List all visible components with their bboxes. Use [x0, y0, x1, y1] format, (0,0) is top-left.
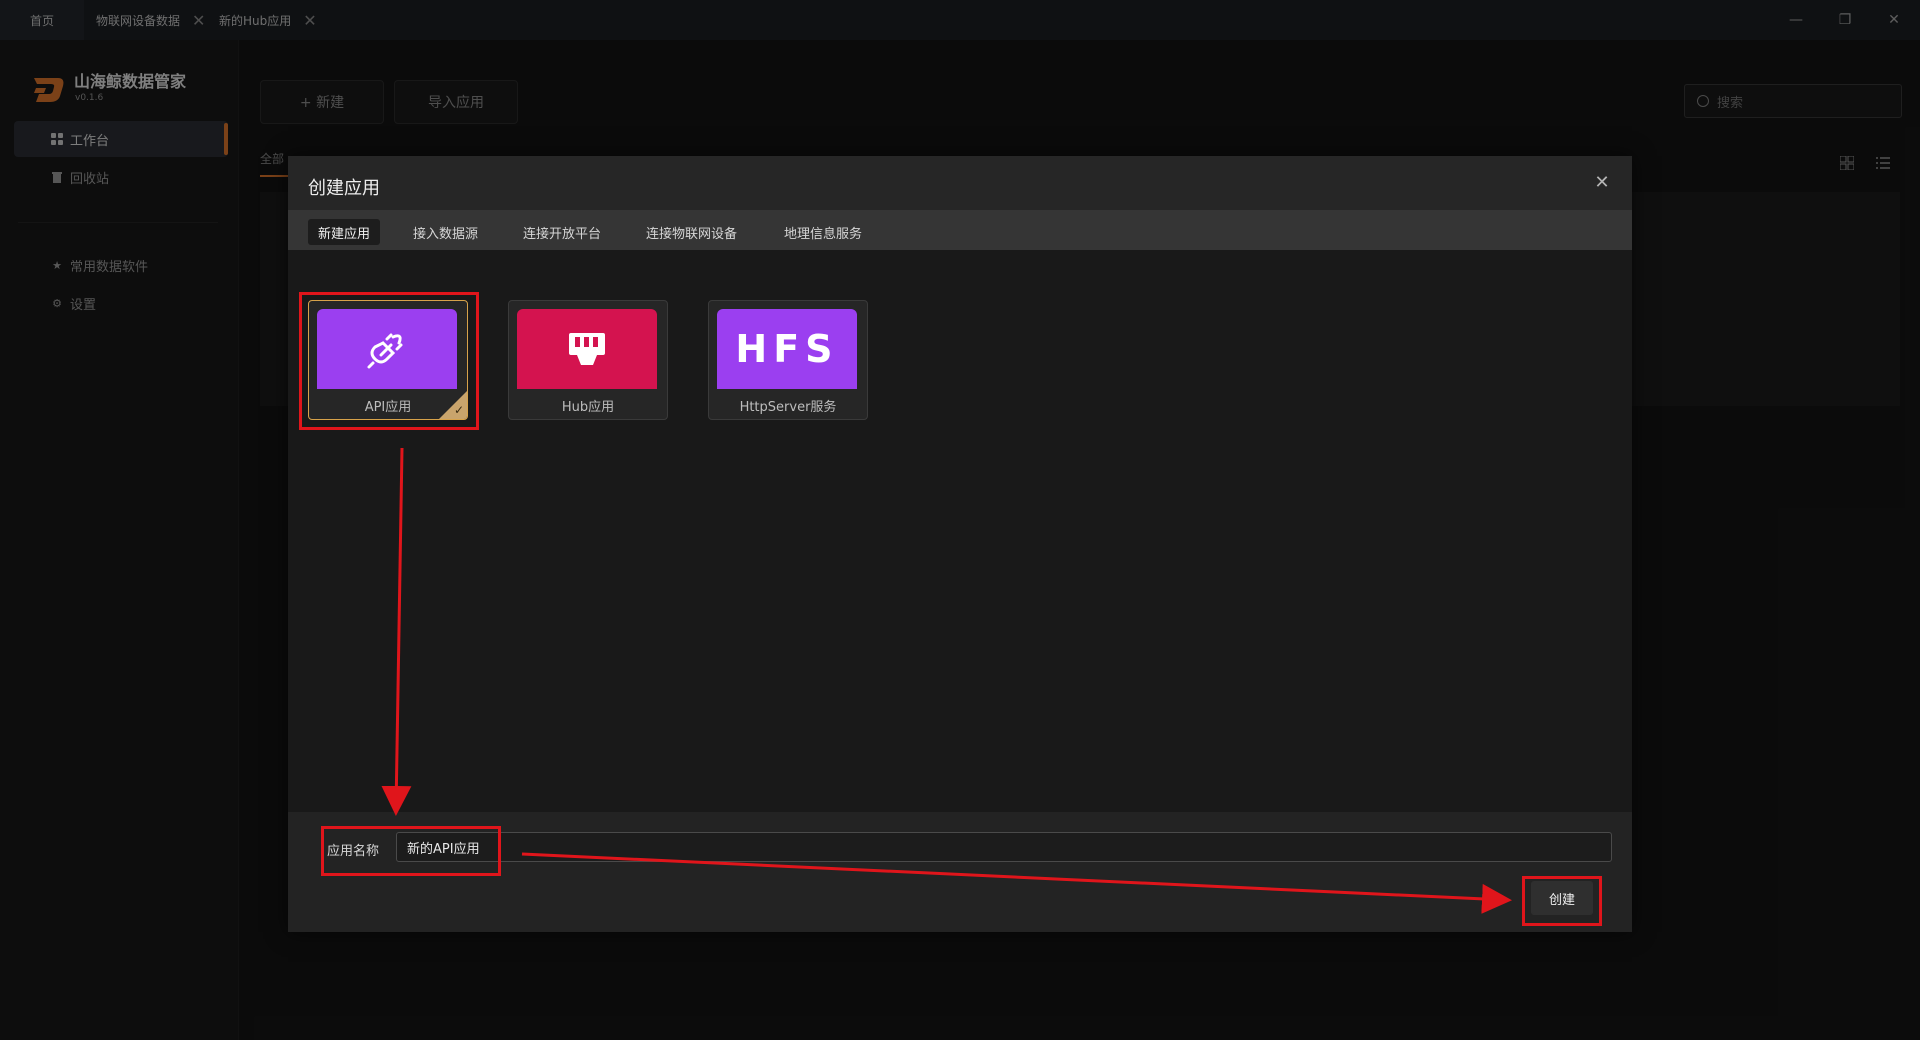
- tab-connect-datasource[interactable]: 接入数据源: [403, 219, 488, 245]
- hub-icon: [517, 309, 657, 389]
- dialog-tabs: 新建应用 接入数据源 连接开放平台 连接物联网设备 地理信息服务: [288, 210, 1632, 250]
- app-type-card-httpserver[interactable]: HFS HttpServer服务: [708, 300, 868, 420]
- tab-geo-service[interactable]: 地理信息服务: [774, 219, 872, 245]
- plug-icon: [317, 309, 457, 389]
- create-button[interactable]: 创建: [1531, 881, 1593, 915]
- tab-new-app[interactable]: 新建应用: [308, 219, 381, 245]
- card-label: HttpServer服务: [739, 400, 837, 415]
- create-app-dialog: 创建应用 ✕ 新建应用 接入数据源 连接开放平台 连接物联网设备 地理信息服务 …: [288, 156, 1632, 932]
- hfs-logo-text: HFS: [735, 327, 839, 371]
- dialog-title: 创建应用: [308, 178, 380, 199]
- app-type-card-hub[interactable]: Hub应用: [508, 300, 668, 420]
- card-label: Hub应用: [561, 400, 615, 415]
- checkmark-icon: ✓: [453, 403, 464, 417]
- app-name-input[interactable]: [396, 832, 1612, 862]
- app-type-card-api[interactable]: API应用 ✓: [308, 300, 468, 420]
- dialog-header: 创建应用 ✕: [288, 156, 1632, 210]
- hfs-icon: HFS: [717, 309, 857, 389]
- close-icon[interactable]: ✕: [1590, 170, 1614, 194]
- dialog-footer: [288, 812, 1632, 932]
- app-name-label: 应用名称: [327, 844, 380, 859]
- tab-iot-device[interactable]: 连接物联网设备: [636, 219, 747, 245]
- tab-open-platform[interactable]: 连接开放平台: [513, 219, 611, 245]
